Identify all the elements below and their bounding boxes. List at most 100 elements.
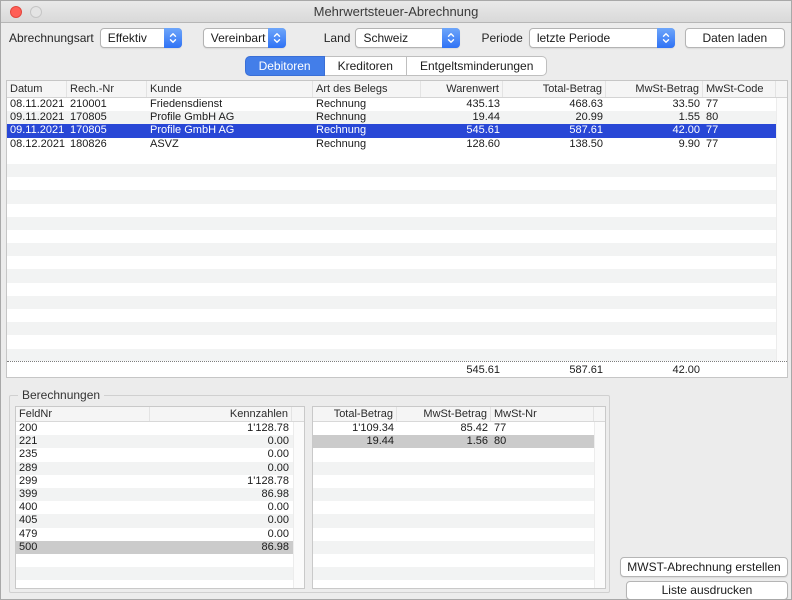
table-row-empty[interactable] <box>7 322 787 335</box>
column-header-art-des-belegs[interactable]: Art des Belegs <box>313 81 421 97</box>
table-row-empty[interactable] <box>313 448 605 461</box>
table-row[interactable]: 09.11.2021170805Profile GmbH AGRechnung1… <box>7 111 787 124</box>
table-cell: 33.50 <box>606 98 703 111</box>
table-row-empty[interactable] <box>313 528 605 541</box>
table-row-empty[interactable] <box>313 541 605 554</box>
title-bar[interactable]: Mehrwertsteuer-Abrechnung <box>1 1 791 23</box>
column-header-feldnr[interactable]: FeldNr <box>16 407 150 421</box>
column-header-mwst-code[interactable]: MwSt-Code <box>703 81 776 97</box>
table-cell <box>313 335 421 348</box>
tab-entgeltsminderungen[interactable]: Entgeltsminderungen <box>407 56 547 76</box>
column-header-mwst-nr[interactable]: MwSt-Nr <box>491 407 594 421</box>
table-row[interactable]: 08.11.2021210001FriedensdienstRechnung43… <box>7 98 787 111</box>
table-row-empty[interactable] <box>16 580 304 589</box>
table-row-empty[interactable] <box>7 217 787 230</box>
table-row-empty[interactable] <box>313 554 605 567</box>
table-row[interactable]: 4050.00 <box>16 514 304 527</box>
table-row-empty[interactable] <box>313 580 605 589</box>
table-cell <box>67 309 147 322</box>
table-cell <box>147 296 313 309</box>
window-title: Mehrwertsteuer-Abrechnung <box>1 1 791 22</box>
table-cell: 0.00 <box>150 501 292 514</box>
daten-laden-button[interactable]: Daten laden <box>685 28 785 48</box>
table-row[interactable]: 39986.98 <box>16 488 304 501</box>
table-row-empty[interactable] <box>7 230 787 243</box>
table-cell <box>313 283 421 296</box>
column-header-kunde[interactable]: Kunde <box>147 81 313 97</box>
table-row-empty[interactable] <box>7 283 787 296</box>
column-header-warenwert[interactable]: Warenwert <box>421 81 503 97</box>
table-row[interactable]: 2350.00 <box>16 448 304 461</box>
table-cell <box>313 190 421 203</box>
table-row-empty[interactable] <box>7 335 787 348</box>
table-row-empty[interactable] <box>313 501 605 514</box>
table-cell <box>7 322 67 335</box>
table-cell <box>67 322 147 335</box>
abrechnungsart-label: Abrechnungsart <box>9 31 94 45</box>
table-cell <box>491 462 594 475</box>
table-row[interactable]: 4000.00 <box>16 501 304 514</box>
vertical-scrollbar-track[interactable] <box>776 98 787 362</box>
table-cell: 128.60 <box>421 138 503 151</box>
table-cell <box>503 217 606 230</box>
table-cell <box>313 462 397 475</box>
vertical-scrollbar-track[interactable] <box>594 422 605 588</box>
table-row-empty[interactable] <box>7 296 787 309</box>
table-cell: 1.55 <box>606 111 703 124</box>
table-cell <box>313 528 397 541</box>
table-cell <box>491 475 594 488</box>
column-header-datum[interactable]: Datum <box>7 81 67 97</box>
table-row-empty[interactable] <box>7 269 787 282</box>
table-row-empty[interactable] <box>7 256 787 269</box>
tab-kreditoren[interactable]: Kreditoren <box>325 56 407 76</box>
close-button[interactable] <box>10 6 22 18</box>
land-select[interactable]: Schweiz <box>355 28 460 48</box>
column-header-rech-nr[interactable]: Rech.-Nr <box>67 81 147 97</box>
table-cell <box>397 528 491 541</box>
table-row[interactable]: 08.12.2021180826ASVZRechnung128.60138.50… <box>7 138 787 151</box>
table-row-empty[interactable] <box>313 514 605 527</box>
table-cell <box>147 204 313 217</box>
tab-debitoren[interactable]: Debitoren <box>245 56 325 76</box>
table-row-empty[interactable] <box>313 567 605 580</box>
table-row[interactable]: 2210.00 <box>16 435 304 448</box>
table-row-empty[interactable] <box>7 190 787 203</box>
table-row-empty[interactable] <box>7 243 787 256</box>
table-row-empty[interactable] <box>313 462 605 475</box>
table-cell <box>503 283 606 296</box>
liste-ausdrucken-button[interactable]: Liste ausdrucken <box>626 581 788 600</box>
table-row[interactable]: 09.11.2021170805Profile GmbH AGRechnung5… <box>7 124 787 137</box>
table-cell <box>7 151 67 164</box>
table-row-empty[interactable] <box>7 177 787 190</box>
table-row-empty[interactable] <box>313 475 605 488</box>
column-header-mwst-betrag[interactable]: MwSt-Betrag <box>397 407 491 421</box>
table-row[interactable]: 4790.00 <box>16 528 304 541</box>
vereinbart-select[interactable]: Vereinbart <box>203 28 286 48</box>
mwst-abrechnung-erstellen-button[interactable]: MWST-Abrechnung erstellen <box>620 557 788 577</box>
vertical-scrollbar-track[interactable] <box>293 422 304 588</box>
column-header-total-betrag[interactable]: Total-Betrag <box>313 407 397 421</box>
table-row-empty[interactable] <box>16 554 304 567</box>
table-cell <box>606 151 703 164</box>
table-cell <box>147 151 313 164</box>
table-row[interactable]: 2001'128.78 <box>16 422 304 435</box>
table-row-empty[interactable] <box>7 309 787 322</box>
periode-select[interactable]: letzte Periode <box>529 28 675 48</box>
column-header-total-betrag[interactable]: Total-Betrag <box>503 81 606 97</box>
table-row[interactable]: 2991'128.78 <box>16 475 304 488</box>
table-cell <box>491 554 594 567</box>
table-row[interactable]: 2890.00 <box>16 462 304 475</box>
table-row-empty[interactable] <box>7 204 787 217</box>
column-header-mwst-betrag[interactable]: MwSt-Betrag <box>606 81 703 97</box>
table-row[interactable]: 50086.98 <box>16 541 304 554</box>
table-row[interactable]: 1'109.3485.4277 <box>313 422 605 435</box>
table-row-empty[interactable] <box>16 567 304 580</box>
column-header-kennzahlen[interactable]: Kennzahlen <box>150 407 292 421</box>
table-row-empty[interactable] <box>7 164 787 177</box>
abrechnungsart-select[interactable]: Effektiv <box>100 28 182 48</box>
table-cell <box>421 204 503 217</box>
table-row-empty[interactable] <box>7 349 787 362</box>
table-row[interactable]: 19.441.5680 <box>313 435 605 448</box>
table-row-empty[interactable] <box>313 488 605 501</box>
table-row-empty[interactable] <box>7 151 787 164</box>
